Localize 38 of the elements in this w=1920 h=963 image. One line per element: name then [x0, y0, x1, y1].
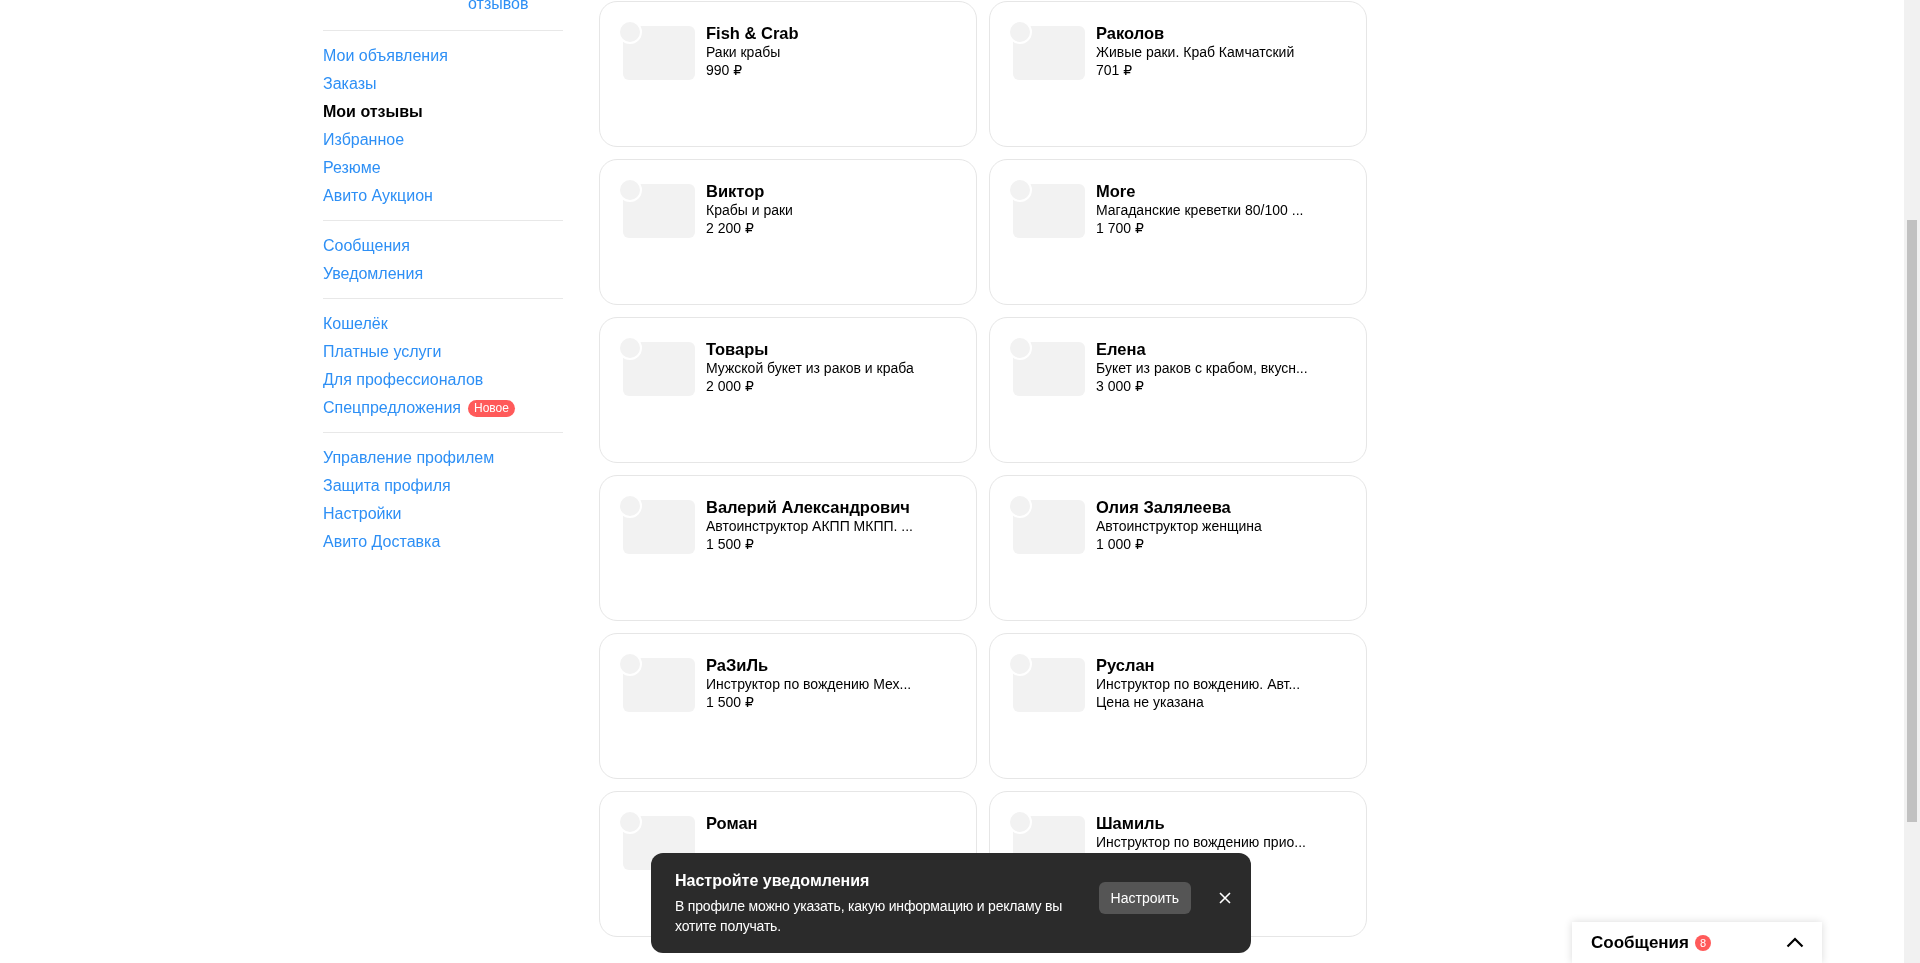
- listing-title: Мужской букет из раков и краба: [706, 359, 914, 377]
- seller-name: РаЗиЛь: [706, 656, 770, 675]
- messages-label: Сообщения: [1591, 932, 1689, 953]
- seller-name: Роман: [706, 814, 758, 833]
- listing-price: Цена не указана: [1096, 693, 1205, 711]
- seller-name: Елена: [1096, 340, 1147, 359]
- unread-count-badge: 8: [1695, 934, 1711, 951]
- listing-price: 3 000 ₽: [1096, 377, 1145, 395]
- seller-name: Олия Залялеева: [1096, 498, 1232, 517]
- seller-name: More: [1096, 182, 1137, 201]
- seller-name: Fish & Crab: [706, 24, 799, 43]
- seller-name: Раколов: [1096, 24, 1166, 43]
- listing-price: 1 500 ₽: [706, 535, 755, 553]
- listing-price: 990 ₽: [706, 61, 744, 79]
- listing-title: Букет из раков с крабом, вкусн...: [1096, 359, 1308, 377]
- listing-title: Крабы и раки: [706, 201, 793, 219]
- toast-message: В профиле можно указать, какую информацию и рекламу вы хотите получать.: [675, 897, 1064, 936]
- seller-name: Виктор: [706, 182, 766, 201]
- listing-title: Живые раки. Краб Камчатский: [1096, 43, 1295, 61]
- listing-price: 1 700 ₽: [1096, 219, 1145, 237]
- listing-title: Инструктор по вождению прио...: [1096, 833, 1306, 851]
- toast-title: Настройте уведомления: [675, 871, 871, 891]
- seller-name: Шамиль: [1096, 814, 1166, 833]
- listing-price: 1 500 ₽: [706, 693, 755, 711]
- listing-title: Раки крабы: [706, 43, 782, 61]
- seller-name: Валерий Александрович: [706, 498, 911, 517]
- listing-price: 701 ₽: [1096, 61, 1134, 79]
- seller-name: Руслан: [1096, 656, 1156, 675]
- new-badge: Новое: [468, 399, 515, 417]
- listing-title: Инструктор по вождению. Авт...: [1096, 675, 1301, 693]
- seller-name: Товары: [706, 340, 770, 359]
- listing-title: Автоинструктор АКПП МКПП. ...: [706, 517, 913, 535]
- listing-title: Автоинструктор женщина: [1096, 517, 1262, 535]
- listing-title: Магаданские креветки 80/100 ...: [1096, 201, 1304, 219]
- listing-title: Инструктор по вождению Мех...: [706, 675, 912, 693]
- listing-price: 2 000 ₽: [706, 377, 755, 395]
- listing-price: 2 200 ₽: [706, 219, 755, 237]
- listing-price: 1 000 ₽: [1096, 535, 1145, 553]
